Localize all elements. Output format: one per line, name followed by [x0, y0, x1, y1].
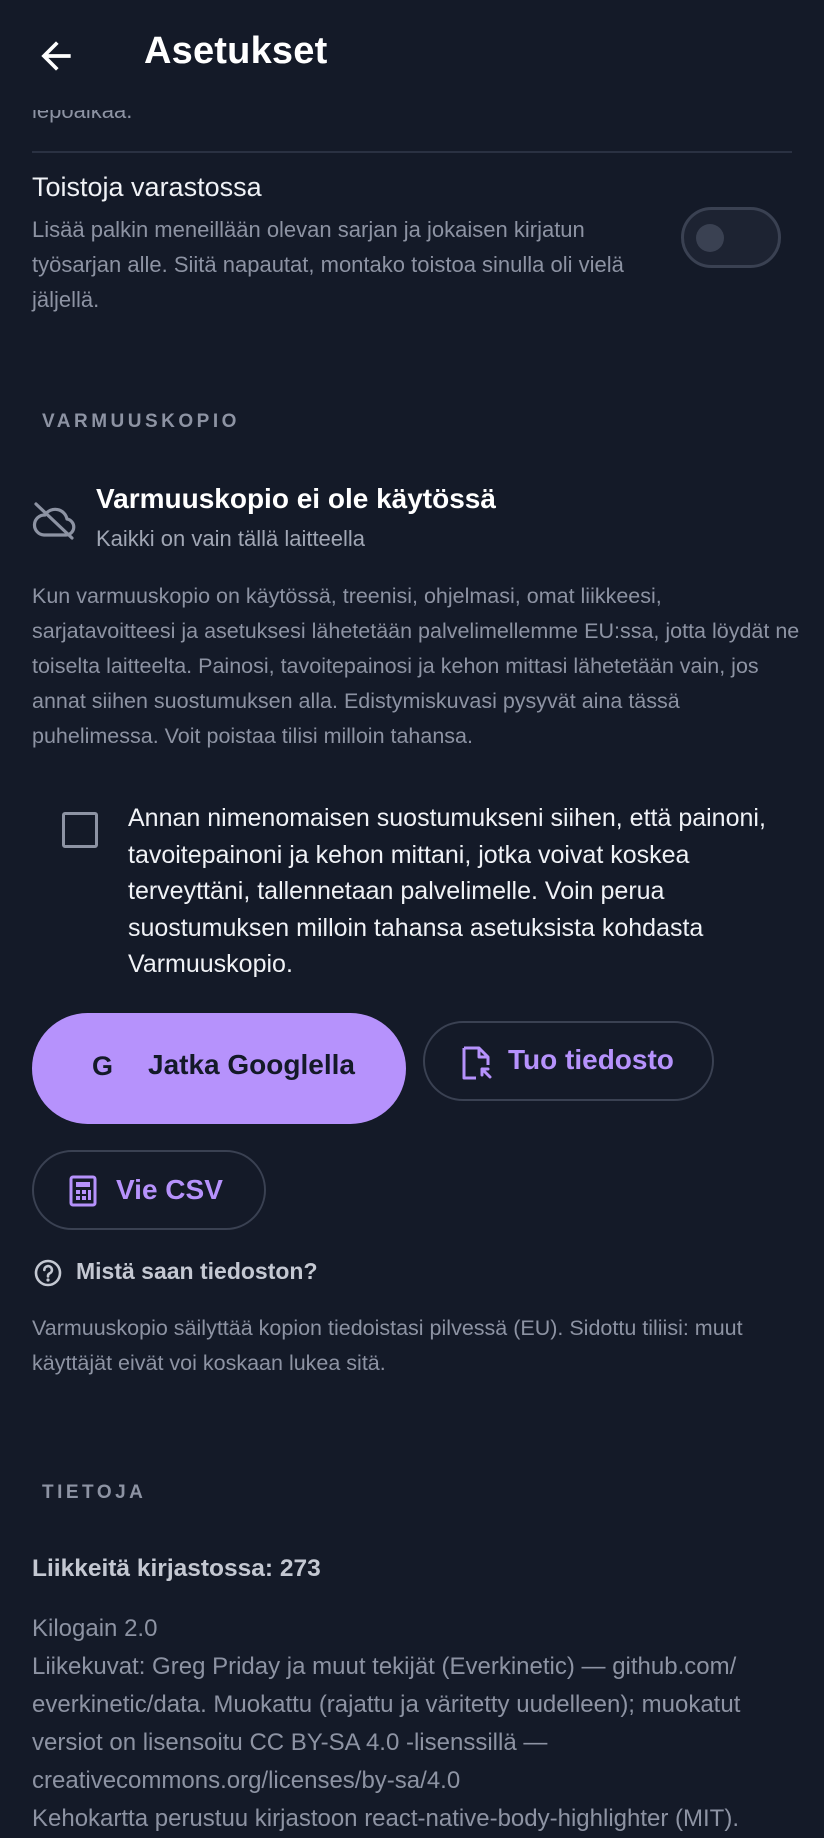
about-text: Kilogain 2.0 Liikekuvat: Greg Priday ja … [32, 1610, 802, 1838]
body-map-credit: Kehokartta perustuu kirjastoon react-nat… [32, 1805, 739, 1832]
sets-in-stock-description: Lisää palkin meneillään olevan sarjan ja… [32, 217, 624, 312]
sets-in-stock-toggle[interactable] [681, 207, 781, 268]
divider [32, 151, 792, 153]
google-button-label: Jatka Googlella [148, 1049, 355, 1080]
library-count: Liikkeitä kirjastossa: 273 [32, 1555, 321, 1582]
section-header-backup: VARMUUSKOPIO [42, 411, 240, 432]
cloud-off-icon [32, 502, 76, 540]
import-file-button[interactable]: Tuo tiedosto [423, 1021, 714, 1101]
help-circle-icon[interactable] [34, 1259, 62, 1287]
import-button-label: Tuo tiedosto [508, 1044, 674, 1075]
page-title: Asetukset [144, 30, 328, 72]
continue-with-google-button[interactable]: G Jatka Googlella [32, 1013, 406, 1124]
app-version: Kilogain 2.0 [32, 1615, 158, 1642]
consent-checkbox[interactable] [62, 812, 98, 848]
file-import-icon [462, 1046, 492, 1080]
backup-footer-note: Varmuuskopio säilyttää kopion tiedoistas… [32, 1316, 743, 1375]
export-button-label: Vie CSV [116, 1174, 223, 1205]
backup-status-title: Varmuuskopio ei ole käytössä [96, 483, 496, 514]
export-csv-button[interactable]: Vie CSV [32, 1150, 266, 1230]
sets-in-stock-title: Toistoja varastossa [32, 172, 262, 202]
section-header-info: TIETOJA [42, 1482, 147, 1503]
consent-text[interactable]: Annan nimenomaisen suostumukseni siihen,… [128, 800, 788, 983]
backup-description: Kun varmuuskopio on käytössä, treenisi, … [32, 584, 800, 748]
backup-status-subtitle: Kaikki on vain tällä laitteella [96, 526, 366, 551]
where-to-get-file-link[interactable]: Mistä saan tiedoston? [76, 1258, 318, 1285]
arrow-left-icon[interactable] [34, 34, 78, 78]
google-icon: G [92, 1051, 114, 1081]
spreadsheet-icon [69, 1175, 97, 1207]
toggle-knob [696, 224, 724, 252]
app-bar: Asetukset [0, 0, 824, 110]
image-credits: Liikekuvat: Greg Priday ja muut tekijät … [32, 1653, 741, 1794]
